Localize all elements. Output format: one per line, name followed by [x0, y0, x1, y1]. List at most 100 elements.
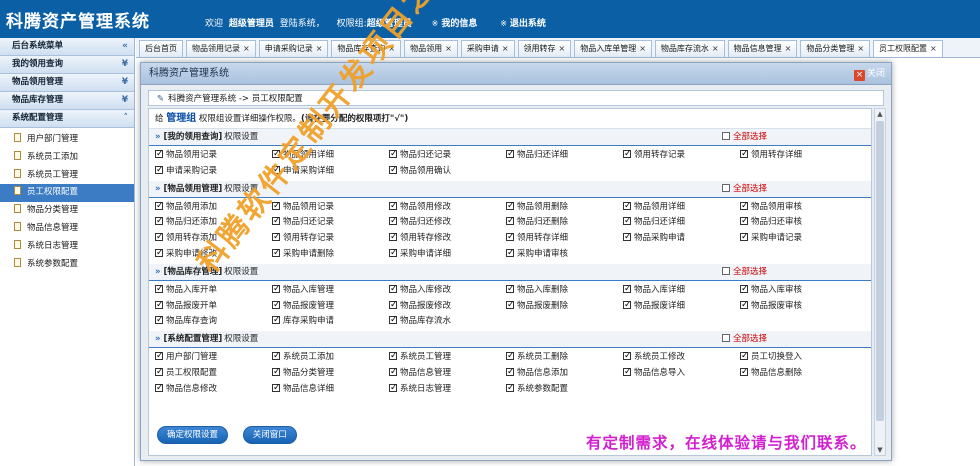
tab-close-icon[interactable]: × — [785, 44, 792, 53]
checkbox-checked[interactable] — [389, 199, 398, 214]
permission-item[interactable]: 物品领用审核 — [740, 199, 802, 216]
checkbox-checked[interactable] — [506, 282, 515, 298]
checkbox-checked[interactable] — [506, 199, 515, 214]
sidebar-group-sys-config[interactable]: 系统配置管理 ˄ — [0, 110, 134, 128]
permission-item[interactable]: 系统参数配置 — [506, 381, 568, 398]
checkbox-checked[interactable] — [740, 230, 749, 246]
checkbox[interactable] — [722, 183, 730, 192]
logout-link[interactable]: ※ 退出系统 — [500, 19, 549, 29]
collapse-left-icon[interactable]: « — [122, 38, 128, 55]
checkbox-checked[interactable] — [623, 282, 632, 298]
tab[interactable]: 后台首页 — [139, 40, 183, 57]
tab[interactable]: 申请采购记录 × — [258, 40, 329, 57]
tab-close-icon[interactable]: × — [639, 44, 646, 53]
tab[interactable]: 物品库存流水 × — [654, 40, 725, 57]
permission-item[interactable]: 采购申请审核 — [506, 246, 568, 263]
tab[interactable]: 物品领用记录 × — [186, 40, 256, 57]
permission-item[interactable]: 物品分类管理 — [272, 365, 334, 382]
permission-item[interactable]: 物品入库审核 — [740, 282, 802, 299]
checkbox-checked[interactable] — [155, 381, 164, 397]
permission-item[interactable]: 物品信息详细 — [272, 381, 334, 398]
sidebar-item[interactable]: 系统员工添加 — [0, 149, 134, 167]
permission-item[interactable]: 物品报废管理 — [272, 298, 334, 315]
checkbox-checked[interactable] — [506, 298, 515, 313]
checkbox-checked[interactable] — [389, 298, 398, 313]
checkbox-checked[interactable] — [155, 282, 164, 298]
sidebar-item[interactable]: 系统日志管理 — [0, 238, 134, 256]
permission-item[interactable]: 物品领用详细 — [623, 199, 685, 216]
checkbox-checked[interactable] — [506, 246, 515, 262]
checkbox-checked[interactable] — [740, 214, 749, 230]
vertical-scrollbar[interactable]: ▲ ▼ — [874, 108, 886, 456]
tab-close-icon[interactable]: × — [857, 44, 864, 53]
permission-item[interactable]: 用户部门管理 — [155, 349, 217, 366]
select-all-checkbox[interactable]: 全部选择 — [722, 181, 767, 198]
permission-item[interactable]: 物品归还删除 — [506, 214, 568, 231]
scroll-down-icon[interactable]: ▼ — [875, 445, 885, 455]
checkbox-checked[interactable] — [623, 349, 632, 365]
permission-item[interactable]: 物品领用记录 — [272, 199, 334, 216]
permission-item[interactable]: 系统日志管理 — [389, 381, 451, 398]
permission-item[interactable]: 物品领用确认 — [389, 163, 451, 180]
tab-close-icon[interactable]: × — [316, 44, 323, 53]
permission-item[interactable]: 员工权限配置 — [155, 365, 217, 382]
permission-item[interactable]: 物品报废修改 — [389, 298, 451, 315]
tab[interactable]: 采购申请 × — [460, 40, 515, 57]
permission-item[interactable]: 物品采购申请 — [623, 230, 685, 247]
checkbox-checked[interactable] — [155, 163, 164, 179]
sidebar-item[interactable]: 物品分类管理 — [0, 202, 134, 220]
permission-item[interactable]: 物品归还记录 — [389, 147, 451, 164]
tab[interactable]: 员工权限配置 × — [873, 40, 943, 57]
checkbox-checked[interactable] — [389, 282, 398, 298]
permission-item[interactable]: 系统员工管理 — [389, 349, 451, 366]
permission-item[interactable]: 物品入库修改 — [389, 282, 451, 299]
permission-item[interactable]: 员工切换登入 — [740, 349, 802, 366]
permission-item[interactable]: 物品入库详细 — [623, 282, 685, 299]
select-all-checkbox[interactable]: 全部选择 — [722, 129, 767, 146]
checkbox-checked[interactable] — [506, 381, 515, 397]
checkbox-checked[interactable] — [389, 313, 398, 329]
checkbox-checked[interactable] — [389, 381, 398, 397]
permission-item[interactable]: 系统员工添加 — [272, 349, 334, 366]
checkbox-checked[interactable] — [155, 365, 164, 381]
close-window-button[interactable]: 关闭窗口 — [242, 426, 297, 444]
permission-item[interactable]: 物品信息删除 — [740, 365, 802, 382]
checkbox-checked[interactable] — [272, 313, 281, 329]
permission-item[interactable]: 物品领用修改 — [389, 199, 451, 216]
checkbox-checked[interactable] — [389, 147, 398, 163]
checkbox-checked[interactable] — [740, 147, 749, 163]
permission-item[interactable]: 物品归还审核 — [740, 214, 802, 231]
permission-item[interactable]: 领用转存详细 — [740, 147, 802, 164]
tab[interactable]: 物品信息管理 × — [727, 40, 798, 57]
permission-item[interactable]: 领用转存记录 — [623, 147, 685, 164]
checkbox-checked[interactable] — [740, 349, 749, 365]
sidebar-group-stock-mgmt[interactable]: 物品库存管理 ¥ — [0, 92, 134, 110]
permission-item[interactable]: 物品报废开单 — [155, 298, 217, 315]
tab-close-icon[interactable]: × — [502, 44, 509, 53]
permission-item[interactable]: 采购申请详细 — [389, 246, 451, 263]
permission-item[interactable]: 物品领用添加 — [155, 199, 217, 216]
permission-item[interactable]: 物品归还详细 — [623, 214, 685, 231]
checkbox-checked[interactable] — [740, 199, 749, 214]
select-all-checkbox[interactable]: 全部选择 — [722, 264, 767, 281]
checkbox-checked[interactable] — [740, 365, 749, 381]
sidebar-group-my-usage[interactable]: 我的领用查询 ¥ — [0, 56, 134, 74]
tab[interactable]: 物品分类管理 × — [800, 40, 871, 57]
sidebar-title[interactable]: 后台系统菜单 « — [0, 38, 134, 56]
permission-item[interactable]: 申请采购记录 — [155, 163, 217, 180]
checkbox-checked[interactable] — [389, 163, 398, 179]
checkbox-checked[interactable] — [389, 246, 398, 262]
permission-item[interactable]: 物品信息导入 — [623, 365, 685, 382]
sidebar-item[interactable]: 系统员工管理 — [0, 167, 134, 185]
checkbox[interactable] — [722, 266, 730, 275]
sidebar-group-usage-mgmt[interactable]: 物品领用管理 ¥ — [0, 74, 134, 92]
my-info-link[interactable]: ※ 我的信息 — [432, 19, 481, 29]
sidebar-item[interactable]: 用户部门管理 — [0, 131, 134, 149]
permission-item[interactable]: 库存采购申请 — [272, 313, 334, 330]
checkbox-checked[interactable] — [272, 349, 281, 365]
checkbox-checked[interactable] — [272, 381, 281, 397]
tab[interactable]: 物品领用 × — [404, 40, 458, 57]
permission-item[interactable]: 物品领用记录 — [155, 147, 217, 164]
scroll-thumb[interactable] — [876, 121, 884, 421]
checkbox-checked[interactable] — [155, 199, 164, 214]
